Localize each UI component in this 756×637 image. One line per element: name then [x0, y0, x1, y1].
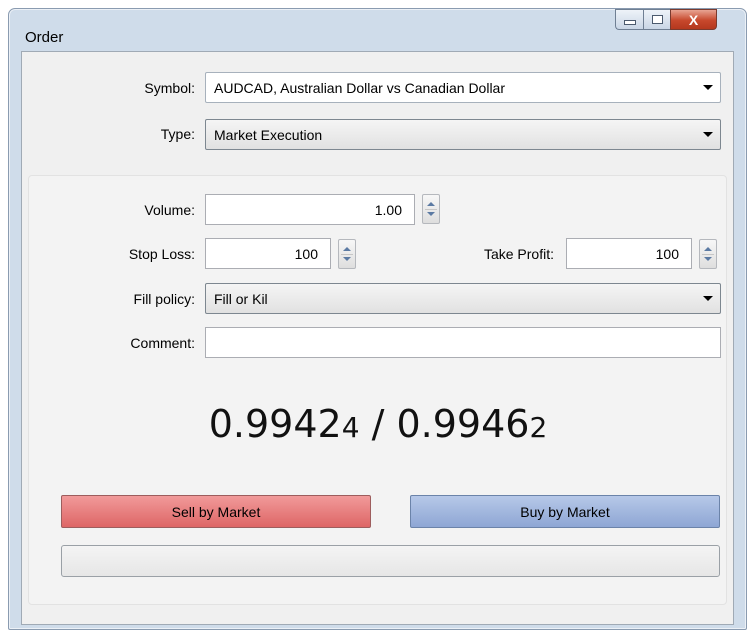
price-separator: / [359, 402, 397, 446]
bid-pipette: 4 [341, 411, 360, 444]
sell-by-market-button[interactable]: Sell by Market [61, 495, 371, 528]
ask-pipette: 2 [529, 411, 548, 444]
spin-down-icon [704, 257, 712, 261]
stop-loss-stepper[interactable] [338, 239, 356, 269]
fill-policy-select[interactable]: Fill or Kil [205, 283, 721, 314]
buy-by-market-button[interactable]: Buy by Market [410, 495, 720, 528]
spin-down-icon [343, 257, 351, 261]
stop-loss-label: Stop Loss: [128, 246, 195, 262]
chevron-down-icon [703, 296, 713, 301]
spin-up-icon [427, 202, 435, 206]
symbol-label: Symbol: [144, 80, 195, 96]
stop-loss-input[interactable]: 100 [205, 238, 331, 269]
price-quote: 0.99424 / 0.99462 [0, 402, 756, 446]
chevron-down-icon [703, 132, 713, 137]
minimize-button[interactable] [615, 9, 643, 30]
spin-up-icon [343, 247, 351, 251]
minimize-icon [623, 20, 636, 25]
fill-policy-label: Fill policy: [133, 291, 195, 307]
progress-bar [61, 545, 720, 577]
ask-price: 0.9946 [396, 402, 530, 446]
take-profit-stepper[interactable] [699, 239, 717, 269]
volume-label: Volume: [144, 202, 195, 218]
close-icon: X [688, 11, 699, 28]
fill-policy-value: Fill or Kil [214, 290, 268, 307]
maximize-icon [651, 15, 663, 24]
close-button[interactable]: X [670, 9, 717, 30]
bid-price: 0.9942 [208, 402, 342, 446]
volume-input[interactable]: 1.00 [205, 194, 415, 225]
window-title: Order [25, 29, 64, 46]
comment-input[interactable] [205, 327, 721, 358]
comment-label: Comment: [130, 335, 195, 351]
volume-stepper[interactable] [422, 194, 440, 224]
type-select[interactable]: Market Execution [205, 119, 721, 150]
chevron-down-icon [703, 85, 713, 90]
maximize-button[interactable] [643, 9, 670, 30]
take-profit-input[interactable]: 100 [566, 238, 692, 269]
type-label: Type: [160, 126, 195, 142]
spin-up-icon [704, 247, 712, 251]
take-profit-label: Take Profit: [483, 246, 554, 262]
spin-down-icon [427, 212, 435, 216]
type-value: Market Execution [214, 126, 323, 143]
symbol-value: AUDCAD, Australian Dollar vs Canadian Do… [214, 79, 506, 96]
symbol-select[interactable]: AUDCAD, Australian Dollar vs Canadian Do… [205, 72, 721, 103]
